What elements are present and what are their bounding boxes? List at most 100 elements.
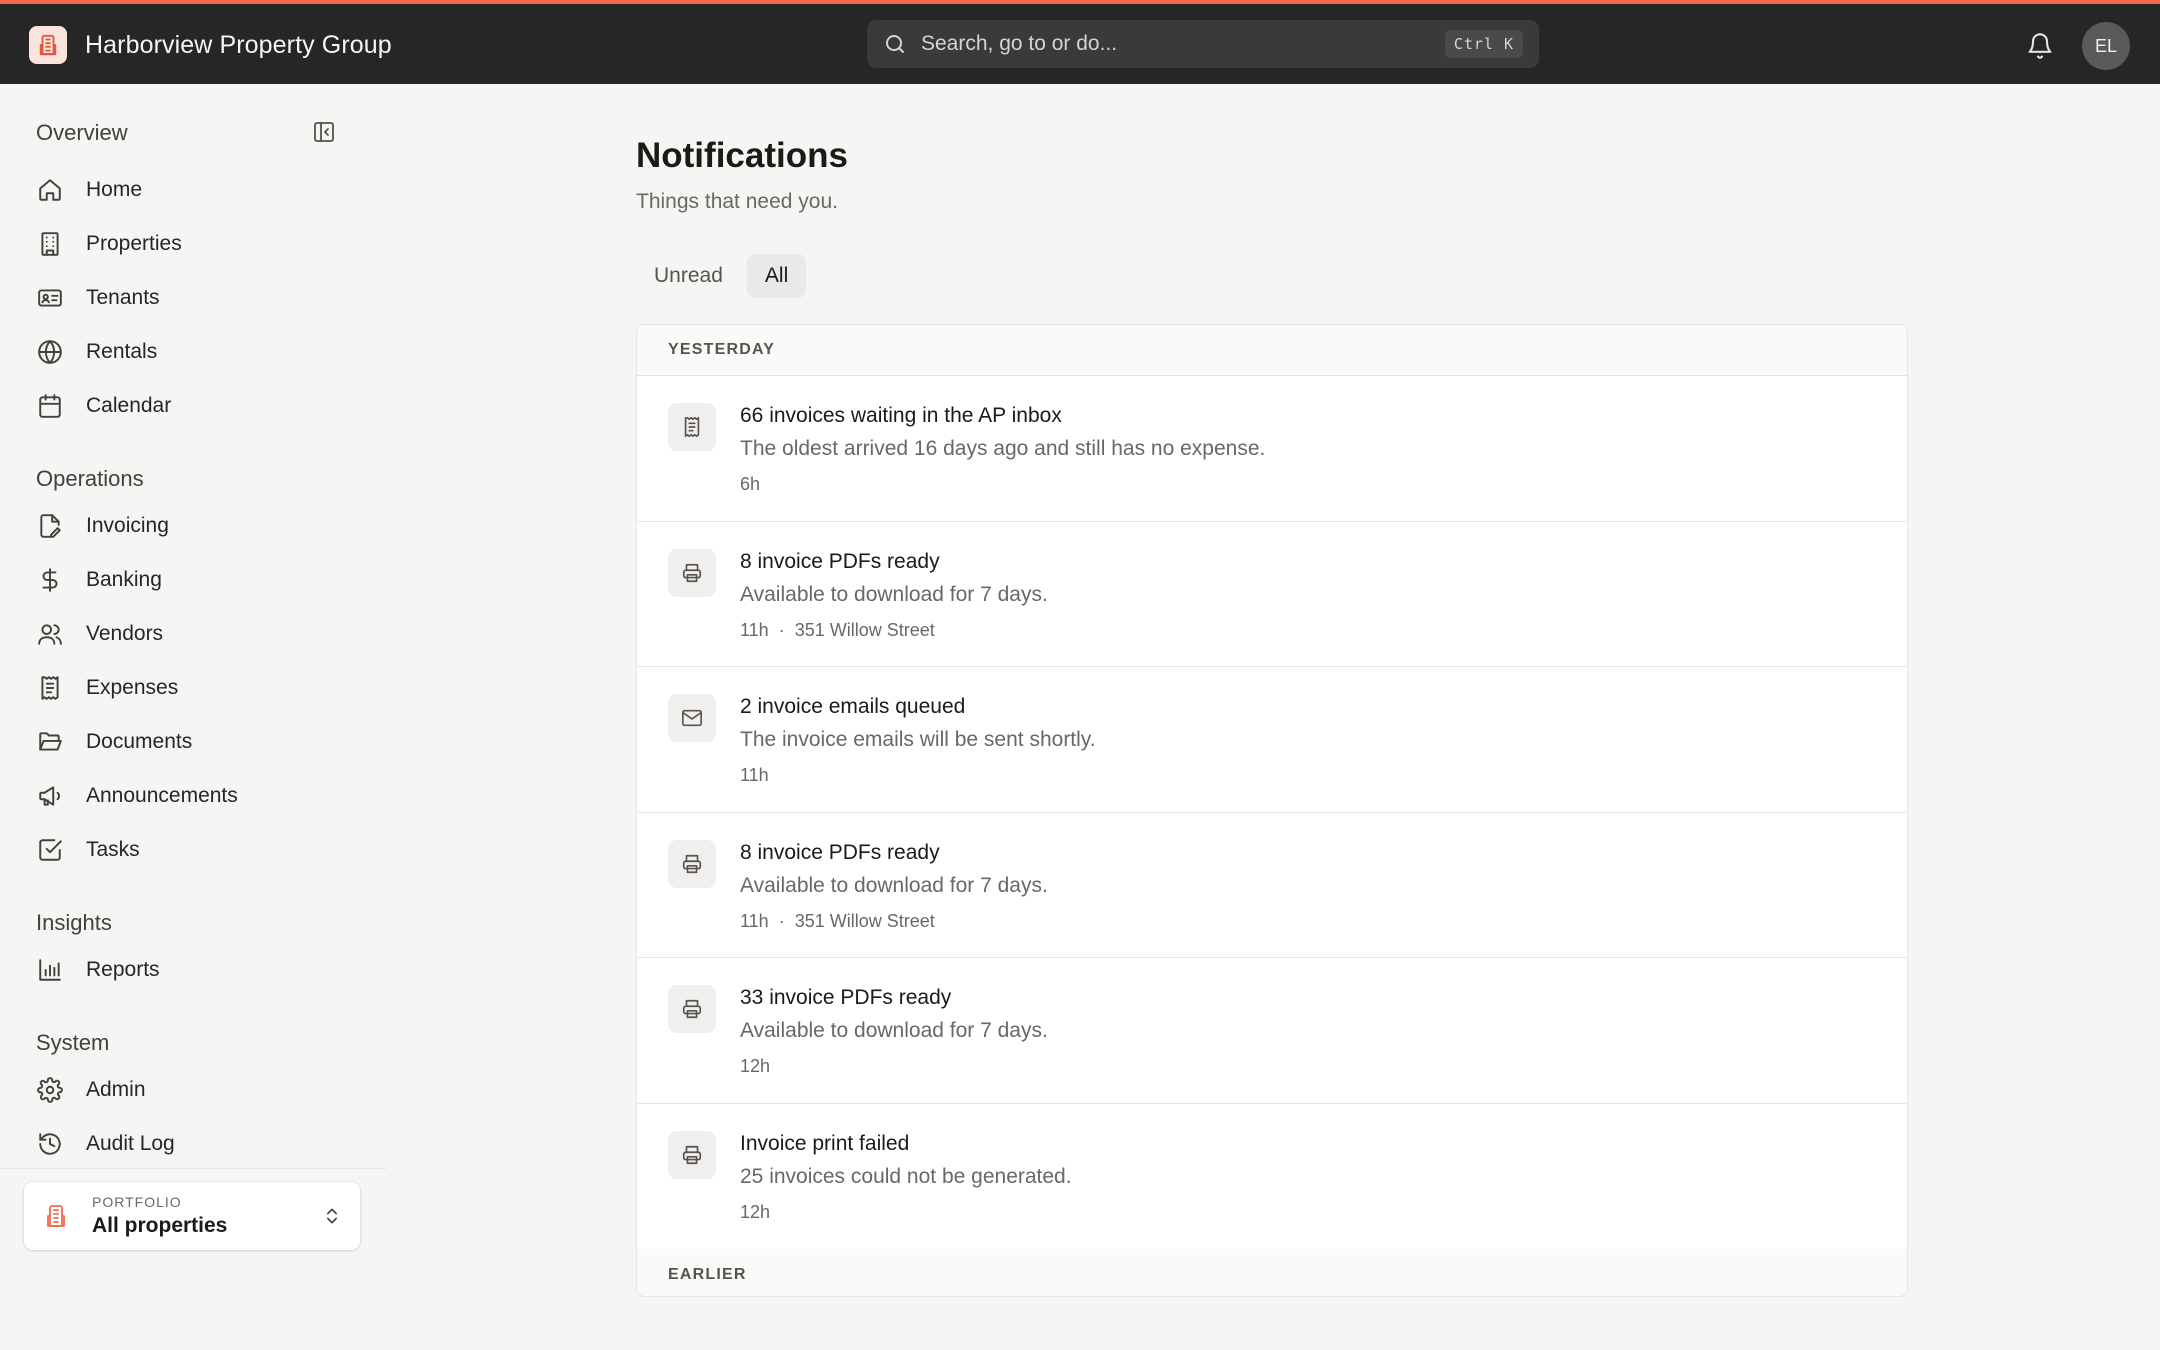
printer-icon — [668, 839, 716, 888]
dollar-icon — [36, 567, 64, 593]
notification-meta: 11h · 351 Willow Street — [740, 911, 935, 932]
notification-location[interactable]: 351 Willow Street — [795, 620, 935, 641]
megaphone-icon — [36, 783, 64, 809]
sidebar-divider — [0, 1168, 386, 1169]
notification-time: 11h — [740, 765, 769, 785]
brand[interactable]: Harborview Property Group — [29, 26, 392, 64]
sidebar-section-operations: Operations — [36, 466, 144, 491]
notification-item[interactable]: 33 invoice PDFs ready Available to downl… — [637, 958, 1907, 1104]
search-shortcut-badge: Ctrl K — [1444, 30, 1523, 58]
notification-location[interactable]: 351 Willow Street — [795, 911, 935, 932]
group-header-yesterday: YESTERDAY — [637, 325, 1907, 376]
receipt-icon — [668, 403, 716, 451]
printer-icon — [668, 1130, 716, 1179]
notification-title: 33 invoice PDFs ready — [740, 986, 952, 1009]
sidebar-item-label: Properties — [86, 232, 182, 255]
chevron-up-down-icon — [322, 1206, 342, 1226]
notification-item[interactable]: 8 invoice PDFs ready Available to downlo… — [637, 813, 1907, 958]
sidebar-item-rentals[interactable]: Rentals — [36, 332, 356, 372]
checkbox-icon — [36, 837, 64, 863]
notification-time: 6h — [740, 474, 761, 494]
notification-body: Available to download for 7 days. — [740, 873, 1048, 897]
sidebar-item-label: Reports — [86, 958, 160, 981]
sidebar-item-home[interactable]: Home — [36, 170, 356, 210]
sidebar-item-invoicing[interactable]: Invoicing — [36, 506, 356, 546]
notification-meta: 12h — [740, 1056, 770, 1077]
sidebar-item-label: Audit Log — [86, 1132, 175, 1155]
sidebar-item-reports[interactable]: Reports — [36, 950, 356, 990]
meta-separator: · — [778, 619, 785, 640]
notification-item[interactable]: 2 invoice emails queued The invoice emai… — [637, 667, 1907, 813]
home-icon — [36, 177, 64, 203]
sidebar-item-label: Announcements — [86, 784, 238, 807]
calendar-icon — [36, 393, 64, 419]
notification-item[interactable]: Invoice print failed 25 invoices could n… — [637, 1104, 1907, 1250]
notification-title: 66 invoices waiting in the AP inbox — [740, 404, 1062, 427]
sidebar-item-calendar[interactable]: Calendar — [36, 386, 356, 426]
sidebar-item-label: Calendar — [86, 394, 172, 417]
sidebar-item-label: Rentals — [86, 340, 158, 363]
mail-icon — [668, 694, 716, 742]
sidebar-item-properties[interactable]: Properties — [36, 224, 356, 264]
sidebar-item-label: Banking — [86, 568, 162, 591]
sidebar-item-expenses[interactable]: Expenses — [36, 668, 356, 708]
sidebar-item-label: Documents — [86, 730, 193, 753]
notification-meta: 12h — [740, 1202, 770, 1223]
sidebar-section-system: System — [36, 1030, 110, 1055]
collapse-sidebar-icon[interactable] — [312, 120, 336, 144]
sidebar-item-label: Tenants — [86, 286, 160, 309]
folder-open-icon — [36, 729, 64, 755]
notification-item[interactable]: 8 invoice PDFs ready Available to downlo… — [637, 522, 1907, 667]
notification-meta: 11h · 351 Willow Street — [740, 620, 935, 641]
global-search[interactable]: Search, go to or do... Ctrl K — [867, 20, 1539, 68]
notification-time: 11h — [740, 619, 769, 640]
portfolio-building-icon — [44, 1204, 68, 1228]
user-avatar[interactable]: EL — [2082, 22, 2130, 70]
sidebar-item-tenants[interactable]: Tenants — [36, 278, 356, 318]
notification-body: The invoice emails will be sent shortly. — [740, 728, 1096, 751]
portfolio-label: PORTFOLIO — [92, 1194, 182, 1210]
brand-logo-icon — [29, 26, 67, 64]
portfolio-value: All properties — [92, 1214, 228, 1237]
portfolio-text: PORTFOLIO All properties — [92, 1194, 322, 1238]
receipt-icon — [36, 675, 64, 701]
notification-time: 11h — [740, 910, 769, 931]
sidebar-item-audit-log[interactable]: Audit Log — [36, 1124, 356, 1164]
sidebar-item-admin[interactable]: Admin — [36, 1070, 356, 1110]
portfolio-switcher[interactable]: PORTFOLIO All properties — [24, 1182, 360, 1250]
file-pen-icon — [36, 513, 64, 539]
notification-title: 8 invoice PDFs ready — [740, 549, 940, 573]
sidebar-item-tasks[interactable]: Tasks — [36, 830, 356, 870]
sidebar-item-banking[interactable]: Banking — [36, 560, 356, 600]
building-icon — [36, 231, 64, 257]
tab-all[interactable]: All — [746, 254, 807, 298]
gear-icon — [36, 1077, 64, 1103]
notifications-bell-icon[interactable] — [2026, 32, 2054, 60]
brand-name: Harborview Property Group — [85, 30, 392, 59]
group-header-earlier: EARLIER — [637, 1249, 1907, 1296]
notification-time: 12h — [740, 1201, 771, 1222]
notification-body: 25 invoices could not be generated. — [740, 1164, 1072, 1188]
printer-icon — [668, 985, 716, 1033]
users-icon — [36, 621, 64, 647]
search-input[interactable]: Search, go to or do... — [921, 32, 1445, 56]
notification-body: Available to download for 7 days. — [740, 582, 1048, 606]
notification-meta: 11h — [740, 765, 769, 786]
meta-separator: · — [778, 910, 785, 931]
tab-unread[interactable]: Unread — [636, 254, 741, 298]
sidebar-item-documents[interactable]: Documents — [36, 722, 356, 762]
sidebar-item-vendors[interactable]: Vendors — [36, 614, 356, 654]
history-icon — [36, 1131, 64, 1157]
sidebar-item-label: Expenses — [86, 676, 179, 699]
top-bar: Harborview Property Group Search, go to … — [0, 0, 2160, 84]
sidebar-item-announcements[interactable]: Announcements — [36, 776, 356, 816]
page-title: Notifications — [636, 136, 848, 175]
sidebar-item-label: Home — [86, 178, 143, 201]
sidebar-section-insights: Insights — [36, 910, 112, 935]
bar-chart-icon — [36, 957, 64, 983]
sidebar: Overview Home Properties Tenants Rentals… — [0, 84, 386, 1350]
notification-title: 8 invoice PDFs ready — [740, 840, 940, 864]
printer-icon — [668, 548, 716, 597]
notification-item[interactable]: 66 invoices waiting in the AP inbox The … — [637, 376, 1907, 522]
sidebar-item-label: Admin — [86, 1078, 146, 1101]
